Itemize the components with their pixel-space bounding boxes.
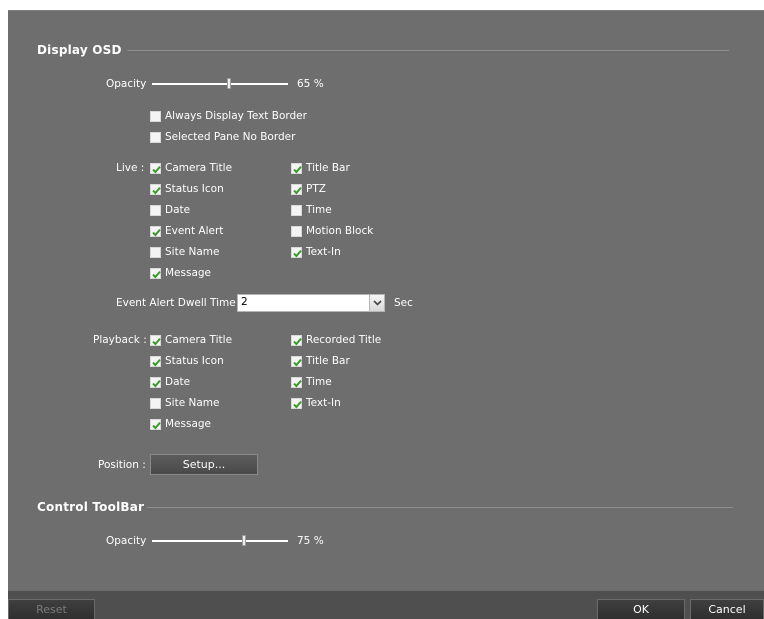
playback-camera-title-checkbox[interactable]: Camera Title bbox=[150, 333, 232, 347]
position-label: Position : bbox=[98, 459, 146, 471]
control-toolbar-title: Control ToolBar bbox=[37, 500, 145, 514]
live-label: Live : bbox=[116, 162, 145, 174]
dialog-footer: Reset OK Cancel bbox=[8, 591, 764, 619]
checkbox-box bbox=[150, 131, 161, 143]
checkbox-label: PTZ bbox=[306, 183, 326, 195]
live-text-in-checkbox[interactable]: Text-In bbox=[291, 245, 341, 259]
osd-opacity-value: 65 % bbox=[297, 78, 324, 90]
osd-opacity-slider[interactable] bbox=[152, 78, 288, 90]
checkbox-label: Text-In bbox=[306, 397, 341, 409]
live-title-bar-checkbox[interactable]: Title Bar bbox=[291, 161, 350, 175]
toolbar-opacity-label: Opacity bbox=[106, 535, 147, 547]
checkbox-label: Camera Title bbox=[165, 162, 233, 174]
cancel-button[interactable]: Cancel bbox=[690, 599, 764, 619]
checkbox-box bbox=[150, 334, 161, 346]
playback-site-name-checkbox[interactable]: Site Name bbox=[150, 396, 219, 410]
checkbox-box bbox=[291, 355, 302, 367]
playback-status-icon-checkbox[interactable]: Status Icon bbox=[150, 354, 224, 368]
checkbox-box bbox=[150, 110, 161, 122]
checkbox-box bbox=[150, 204, 161, 216]
checkbox-label: Motion Block bbox=[306, 225, 374, 237]
checkbox-label: Time bbox=[306, 204, 332, 216]
live-date-checkbox[interactable]: Date bbox=[150, 203, 190, 217]
event-alert-dwell-label: Event Alert Dwell Time : bbox=[116, 297, 243, 309]
checkbox-label: Event Alert bbox=[165, 225, 224, 237]
checkbox-label: Camera Title bbox=[165, 334, 233, 346]
checkbox-label: Message bbox=[165, 267, 212, 279]
checkbox-box bbox=[150, 376, 161, 388]
checkbox-label: Recorded Title bbox=[306, 334, 382, 346]
live-status-icon-checkbox[interactable]: Status Icon bbox=[150, 182, 224, 196]
checkbox-box bbox=[150, 418, 161, 430]
chevron-down-icon[interactable] bbox=[369, 295, 384, 311]
checkbox-label: Always Display Text Border bbox=[165, 110, 307, 122]
checkbox-label: Time bbox=[306, 376, 332, 388]
ok-button[interactable]: OK bbox=[597, 599, 685, 619]
toolbar-opacity-track bbox=[152, 540, 288, 542]
toolbar-opacity-value: 75 % bbox=[297, 535, 324, 547]
osd-opacity-thumb[interactable] bbox=[227, 78, 231, 89]
live-time-checkbox[interactable]: Time bbox=[291, 203, 332, 217]
checkbox-label: Selected Pane No Border bbox=[165, 131, 296, 143]
checkbox-box bbox=[150, 183, 161, 195]
checkbox-label: Site Name bbox=[165, 397, 220, 409]
checkbox-box bbox=[150, 355, 161, 367]
reset-button[interactable]: Reset bbox=[8, 599, 95, 619]
checkbox-box bbox=[291, 376, 302, 388]
playback-date-checkbox[interactable]: Date bbox=[150, 375, 190, 389]
checkbox-label: Site Name bbox=[165, 246, 220, 258]
checkbox-box bbox=[291, 334, 302, 346]
control-toolbar-divider bbox=[147, 507, 733, 508]
checkbox-label: Date bbox=[165, 376, 191, 388]
checkbox-box bbox=[291, 397, 302, 409]
checkbox-box bbox=[291, 162, 302, 174]
checkbox-box bbox=[291, 204, 302, 216]
checkbox-label: Status Icon bbox=[165, 355, 224, 367]
toolbar-opacity-thumb[interactable] bbox=[242, 535, 246, 546]
live-motion-block-checkbox[interactable]: Motion Block bbox=[291, 224, 373, 238]
checkbox-box bbox=[150, 246, 161, 258]
live-ptz-checkbox[interactable]: PTZ bbox=[291, 182, 326, 196]
live-camera-title-checkbox[interactable]: Camera Title bbox=[150, 161, 232, 175]
checkbox-box bbox=[150, 162, 161, 174]
playback-time-checkbox[interactable]: Time bbox=[291, 375, 332, 389]
playback-title-bar-checkbox[interactable]: Title Bar bbox=[291, 354, 350, 368]
checkbox-box bbox=[150, 225, 161, 237]
event-alert-dwell-select[interactable]: 2 bbox=[237, 294, 385, 312]
checkbox-label: Text-In bbox=[306, 246, 341, 258]
checkbox-label: Title Bar bbox=[306, 355, 350, 367]
playback-recorded-title-checkbox[interactable]: Recorded Title bbox=[291, 333, 381, 347]
live-site-name-checkbox[interactable]: Site Name bbox=[150, 245, 219, 259]
selected-pane-no-border-checkbox[interactable]: Selected Pane No Border bbox=[150, 130, 295, 144]
osd-opacity-track bbox=[152, 83, 288, 85]
event-alert-dwell-unit: Sec bbox=[394, 297, 413, 309]
checkbox-box bbox=[291, 183, 302, 195]
checkbox-box bbox=[150, 267, 161, 279]
live-event-alert-checkbox[interactable]: Event Alert bbox=[150, 224, 223, 238]
checkbox-label: Title Bar bbox=[306, 162, 350, 174]
live-message-checkbox[interactable]: Message bbox=[150, 266, 211, 280]
display-osd-divider bbox=[127, 50, 729, 51]
toolbar-opacity-slider[interactable] bbox=[152, 535, 288, 547]
checkbox-label: Date bbox=[165, 204, 191, 216]
checkbox-label: Status Icon bbox=[165, 183, 224, 195]
checkbox-box bbox=[291, 246, 302, 258]
position-setup-button[interactable]: Setup... bbox=[150, 454, 258, 475]
checkbox-box bbox=[291, 225, 302, 237]
playback-text-in-checkbox[interactable]: Text-In bbox=[291, 396, 341, 410]
checkbox-label: Message bbox=[165, 418, 212, 430]
always-display-text-border-checkbox[interactable]: Always Display Text Border bbox=[150, 109, 307, 123]
playback-message-checkbox[interactable]: Message bbox=[150, 417, 211, 431]
checkbox-box bbox=[150, 397, 161, 409]
osd-opacity-label: Opacity bbox=[106, 78, 147, 90]
display-osd-title: Display OSD bbox=[37, 43, 122, 57]
playback-label: Playback : bbox=[93, 334, 147, 346]
event-alert-dwell-value: 2 bbox=[241, 296, 248, 308]
osd-settings-panel: Display OSD Opacity 65 % Always Display … bbox=[8, 10, 764, 619]
